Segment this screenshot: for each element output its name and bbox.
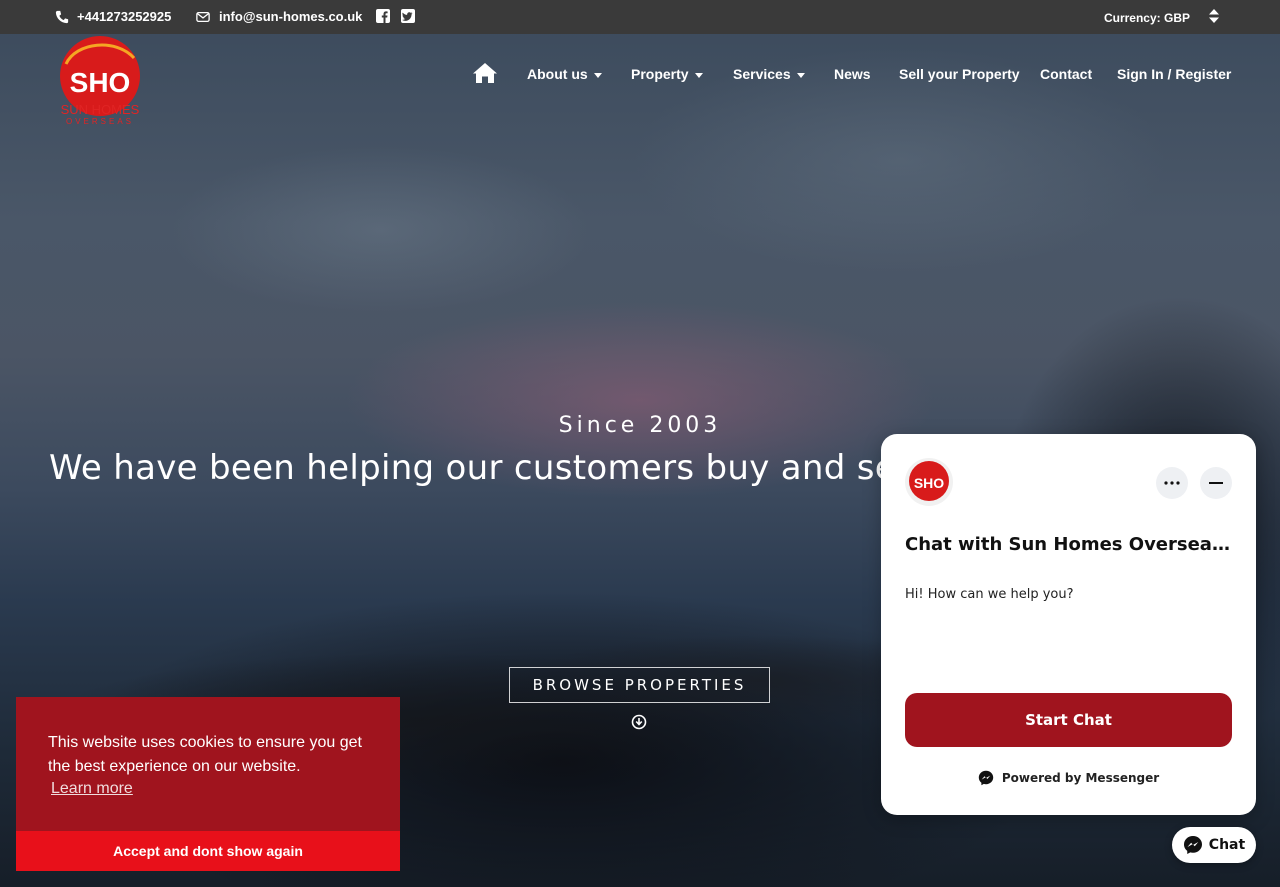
nav-sign-in-label: Sign In / Register	[1117, 66, 1232, 82]
messenger-chat-panel: SHO Chat with Sun Homes Overseas ... Hi!…	[881, 434, 1256, 815]
email-contact[interactable]: info@sun-homes.co.uk	[195, 9, 362, 24]
caret-down-icon	[796, 72, 805, 78]
cookie-message: This website uses cookies to ensure you …	[48, 734, 362, 775]
chat-avatar: SHO	[905, 458, 953, 506]
twitter-icon[interactable]	[401, 9, 415, 23]
chat-launcher-button[interactable]: Chat	[1172, 827, 1256, 863]
nav-property[interactable]: Property	[631, 66, 703, 82]
sort-caret-icon[interactable]	[1208, 8, 1220, 24]
email-address: info@sun-homes.co.uk	[219, 9, 363, 24]
nav-sign-in[interactable]: Sign In / Register	[1117, 66, 1231, 82]
home-icon[interactable]	[472, 62, 498, 84]
nav-services[interactable]: Services	[733, 66, 805, 82]
top-contact-bar: +441273252925 info@sun-homes.co.uk Curre…	[0, 0, 1280, 34]
messenger-icon	[1183, 836, 1202, 854]
nav-sell-property-label: Sell your Property	[899, 66, 1020, 82]
more-dots-icon	[1164, 481, 1180, 485]
currency-selector[interactable]: Currency: GBP	[1104, 11, 1190, 25]
browse-properties-button[interactable]: BROWSE PROPERTIES	[509, 667, 770, 703]
caret-down-icon	[593, 72, 602, 78]
learn-more-link[interactable]: Learn more	[51, 780, 133, 798]
logo-mark: SHO	[70, 67, 131, 98]
nav-sell-property[interactable]: Sell your Property	[899, 66, 1020, 82]
phone-number: +441273252925	[77, 9, 172, 24]
nav-about-us-label: About us	[527, 66, 588, 82]
logo-line1: SUN HOMES	[61, 102, 140, 117]
nav-property-label: Property	[631, 66, 689, 82]
chat-greeting: Hi! How can we help you?	[905, 587, 1074, 602]
cookie-banner: This website uses cookies to ensure you …	[16, 697, 400, 871]
nav-about-us[interactable]: About us	[527, 66, 602, 82]
phone-contact[interactable]: +441273252925	[55, 9, 171, 24]
sun-homes-logo[interactable]: SHO SUN HOMES OVERSEAS	[56, 34, 146, 126]
start-chat-button[interactable]: Start Chat	[905, 693, 1232, 747]
chat-minimize-button[interactable]	[1200, 467, 1232, 499]
nav-services-label: Services	[733, 66, 791, 82]
chat-avatar-mark: SHO	[914, 475, 944, 491]
envelope-icon	[196, 11, 210, 22]
facebook-icon[interactable]	[376, 9, 390, 23]
nav-news[interactable]: News	[834, 66, 871, 82]
chat-options-button[interactable]	[1156, 467, 1188, 499]
powered-by-label: Powered by Messenger	[1001, 771, 1160, 785]
logo-line2: OVERSEAS	[66, 117, 134, 126]
chat-launcher-label: Chat	[1208, 837, 1246, 853]
phone-icon	[55, 10, 69, 23]
hero-headline: We have been helping our customers buy a…	[49, 448, 916, 488]
powered-by-messenger: Powered by Messenger	[881, 770, 1256, 786]
messenger-icon	[978, 770, 994, 786]
caret-down-icon	[694, 72, 703, 78]
minimize-icon	[1209, 482, 1223, 484]
arrow-circle-down-icon[interactable]	[631, 714, 647, 730]
chat-title: Chat with Sun Homes Overseas ...	[905, 534, 1235, 555]
nav-contact-label: Contact	[1040, 66, 1093, 82]
nav-contact[interactable]: Contact	[1040, 66, 1092, 82]
nav-news-label: News	[834, 66, 871, 82]
accept-cookies-button[interactable]: Accept and dont show again	[16, 831, 400, 871]
